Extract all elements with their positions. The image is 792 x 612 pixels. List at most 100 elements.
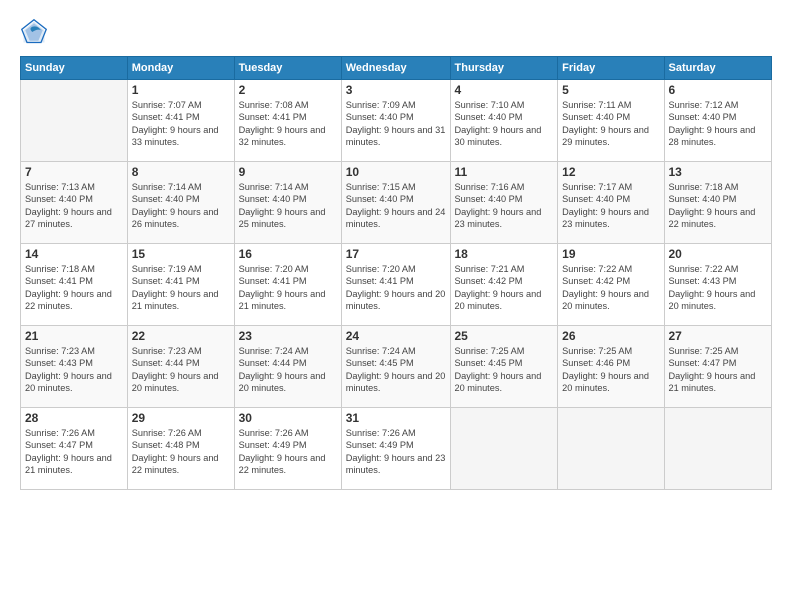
- calendar-day-cell: 30 Sunrise: 7:26 AMSunset: 4:49 PMDayligh…: [234, 408, 341, 490]
- day-number: 4: [455, 83, 554, 97]
- day-info: Sunrise: 7:18 AMSunset: 4:40 PMDaylight:…: [669, 181, 768, 231]
- calendar-day-cell: 27 Sunrise: 7:25 AMSunset: 4:47 PMDayligh…: [664, 326, 772, 408]
- day-info: Sunrise: 7:15 AMSunset: 4:40 PMDaylight:…: [346, 181, 446, 231]
- day-number: 26: [562, 329, 659, 343]
- day-info: Sunrise: 7:24 AMSunset: 4:45 PMDaylight:…: [346, 345, 446, 395]
- calendar-day-cell: 24 Sunrise: 7:24 AMSunset: 4:45 PMDayligh…: [341, 326, 450, 408]
- calendar-day-cell: 18Sunrise: 7:21 AMSunset: 4:42 PMDayligh…: [450, 244, 558, 326]
- day-number: 12: [562, 165, 659, 179]
- day-info: Sunrise: 7:26 AMSunset: 4:47 PMDaylight:…: [25, 427, 123, 477]
- page: SundayMondayTuesdayWednesdayThursdayFrid…: [0, 0, 792, 612]
- calendar-day-cell: 6 Sunrise: 7:12 AMSunset: 4:40 PMDaylight…: [664, 80, 772, 162]
- day-number: 1: [132, 83, 230, 97]
- logo: [20, 18, 52, 46]
- calendar-day-cell: 7 Sunrise: 7:13 AMSunset: 4:40 PMDaylight…: [21, 162, 128, 244]
- calendar-day-cell: 5 Sunrise: 7:11 AMSunset: 4:40 PMDaylight…: [558, 80, 664, 162]
- day-number: 7: [25, 165, 123, 179]
- day-info: Sunrise: 7:22 AMSunset: 4:43 PMDaylight:…: [669, 263, 768, 313]
- day-number: 13: [669, 165, 768, 179]
- calendar-header-row: SundayMondayTuesdayWednesdayThursdayFrid…: [21, 57, 772, 80]
- calendar-day-cell: 3 Sunrise: 7:09 AMSunset: 4:40 PMDaylight…: [341, 80, 450, 162]
- day-info: Sunrise: 7:08 AMSunset: 4:41 PMDaylight:…: [239, 99, 337, 149]
- day-info: Sunrise: 7:25 AMSunset: 4:46 PMDaylight:…: [562, 345, 659, 395]
- calendar-day-cell: 26 Sunrise: 7:25 AMSunset: 4:46 PMDayligh…: [558, 326, 664, 408]
- day-number: 27: [669, 329, 768, 343]
- day-number: 25: [455, 329, 554, 343]
- day-number: 8: [132, 165, 230, 179]
- calendar-header-monday: Monday: [127, 57, 234, 80]
- calendar-day-cell: [21, 80, 128, 162]
- calendar-header-wednesday: Wednesday: [341, 57, 450, 80]
- day-info: Sunrise: 7:24 AMSunset: 4:44 PMDaylight:…: [239, 345, 337, 395]
- day-number: 17: [346, 247, 446, 261]
- day-number: 6: [669, 83, 768, 97]
- day-info: Sunrise: 7:23 AMSunset: 4:43 PMDaylight:…: [25, 345, 123, 395]
- calendar-header-sunday: Sunday: [21, 57, 128, 80]
- day-number: 30: [239, 411, 337, 425]
- calendar-day-cell: 11 Sunrise: 7:16 AMSunset: 4:40 PMDayligh…: [450, 162, 558, 244]
- day-info: Sunrise: 7:17 AMSunset: 4:40 PMDaylight:…: [562, 181, 659, 231]
- calendar-day-cell: 2 Sunrise: 7:08 AMSunset: 4:41 PMDaylight…: [234, 80, 341, 162]
- calendar-header-tuesday: Tuesday: [234, 57, 341, 80]
- calendar-day-cell: 31Sunrise: 7:26 AMSunset: 4:49 PMDayligh…: [341, 408, 450, 490]
- calendar-week-row: 1 Sunrise: 7:07 AMSunset: 4:41 PMDaylight…: [21, 80, 772, 162]
- day-info: Sunrise: 7:16 AMSunset: 4:40 PMDaylight:…: [455, 181, 554, 231]
- day-number: 16: [239, 247, 337, 261]
- day-number: 14: [25, 247, 123, 261]
- day-number: 28: [25, 411, 123, 425]
- calendar-week-row: 7 Sunrise: 7:13 AMSunset: 4:40 PMDaylight…: [21, 162, 772, 244]
- calendar-day-cell: 9 Sunrise: 7:14 AMSunset: 4:40 PMDaylight…: [234, 162, 341, 244]
- day-info: Sunrise: 7:14 AMSunset: 4:40 PMDaylight:…: [132, 181, 230, 231]
- day-number: 22: [132, 329, 230, 343]
- calendar-day-cell: 8 Sunrise: 7:14 AMSunset: 4:40 PMDaylight…: [127, 162, 234, 244]
- calendar-day-cell: 13 Sunrise: 7:18 AMSunset: 4:40 PMDayligh…: [664, 162, 772, 244]
- day-number: 23: [239, 329, 337, 343]
- calendar-week-row: 14 Sunrise: 7:18 AMSunset: 4:41 PMDayligh…: [21, 244, 772, 326]
- day-info: Sunrise: 7:26 AMSunset: 4:49 PMDaylight:…: [239, 427, 337, 477]
- day-number: 5: [562, 83, 659, 97]
- day-info: Sunrise: 7:09 AMSunset: 4:40 PMDaylight:…: [346, 99, 446, 149]
- day-info: Sunrise: 7:18 AMSunset: 4:41 PMDaylight:…: [25, 263, 123, 313]
- calendar-day-cell: 1 Sunrise: 7:07 AMSunset: 4:41 PMDaylight…: [127, 80, 234, 162]
- calendar-header-friday: Friday: [558, 57, 664, 80]
- logo-icon: [20, 18, 48, 46]
- day-info: Sunrise: 7:20 AMSunset: 4:41 PMDaylight:…: [346, 263, 446, 313]
- calendar-day-cell: 14 Sunrise: 7:18 AMSunset: 4:41 PMDayligh…: [21, 244, 128, 326]
- day-info: Sunrise: 7:26 AMSunset: 4:49 PMDaylight:…: [346, 427, 446, 477]
- calendar-day-cell: 16Sunrise: 7:20 AMSunset: 4:41 PMDayligh…: [234, 244, 341, 326]
- calendar-day-cell: 17 Sunrise: 7:20 AMSunset: 4:41 PMDayligh…: [341, 244, 450, 326]
- day-number: 24: [346, 329, 446, 343]
- calendar-week-row: 28 Sunrise: 7:26 AMSunset: 4:47 PMDayligh…: [21, 408, 772, 490]
- calendar-day-cell: 23 Sunrise: 7:24 AMSunset: 4:44 PMDayligh…: [234, 326, 341, 408]
- calendar-day-cell: 12 Sunrise: 7:17 AMSunset: 4:40 PMDayligh…: [558, 162, 664, 244]
- calendar-header-thursday: Thursday: [450, 57, 558, 80]
- day-number: 9: [239, 165, 337, 179]
- header: [20, 18, 772, 46]
- calendar-week-row: 21 Sunrise: 7:23 AMSunset: 4:43 PMDayligh…: [21, 326, 772, 408]
- day-info: Sunrise: 7:25 AMSunset: 4:47 PMDaylight:…: [669, 345, 768, 395]
- day-number: 3: [346, 83, 446, 97]
- day-info: Sunrise: 7:12 AMSunset: 4:40 PMDaylight:…: [669, 99, 768, 149]
- day-info: Sunrise: 7:25 AMSunset: 4:45 PMDaylight:…: [455, 345, 554, 395]
- calendar-day-cell: [450, 408, 558, 490]
- day-number: 29: [132, 411, 230, 425]
- day-info: Sunrise: 7:07 AMSunset: 4:41 PMDaylight:…: [132, 99, 230, 149]
- day-number: 2: [239, 83, 337, 97]
- calendar-day-cell: 21 Sunrise: 7:23 AMSunset: 4:43 PMDayligh…: [21, 326, 128, 408]
- calendar: SundayMondayTuesdayWednesdayThursdayFrid…: [20, 56, 772, 490]
- day-info: Sunrise: 7:14 AMSunset: 4:40 PMDaylight:…: [239, 181, 337, 231]
- day-number: 21: [25, 329, 123, 343]
- day-number: 18: [455, 247, 554, 261]
- day-info: Sunrise: 7:11 AMSunset: 4:40 PMDaylight:…: [562, 99, 659, 149]
- day-info: Sunrise: 7:13 AMSunset: 4:40 PMDaylight:…: [25, 181, 123, 231]
- calendar-day-cell: 19Sunrise: 7:22 AMSunset: 4:42 PMDayligh…: [558, 244, 664, 326]
- calendar-header-saturday: Saturday: [664, 57, 772, 80]
- day-number: 19: [562, 247, 659, 261]
- calendar-day-cell: 22 Sunrise: 7:23 AMSunset: 4:44 PMDayligh…: [127, 326, 234, 408]
- day-info: Sunrise: 7:26 AMSunset: 4:48 PMDaylight:…: [132, 427, 230, 477]
- day-info: Sunrise: 7:10 AMSunset: 4:40 PMDaylight:…: [455, 99, 554, 149]
- day-info: Sunrise: 7:23 AMSunset: 4:44 PMDaylight:…: [132, 345, 230, 395]
- calendar-day-cell: 25 Sunrise: 7:25 AMSunset: 4:45 PMDayligh…: [450, 326, 558, 408]
- day-number: 11: [455, 165, 554, 179]
- day-number: 10: [346, 165, 446, 179]
